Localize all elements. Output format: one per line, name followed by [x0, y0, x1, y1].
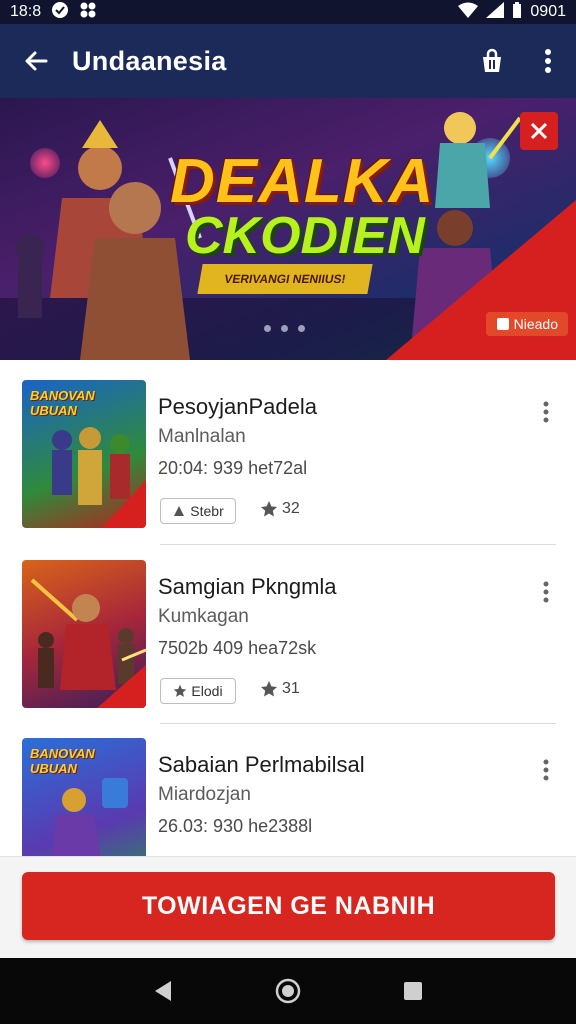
status-bar: 18:8 0901: [0, 0, 576, 24]
shopping-bag-icon: [483, 48, 501, 72]
game-meta: 7502b 409 hea72sk: [158, 638, 317, 658]
list-item[interactable]: BANOVAN UBUAN PesoyjanPadela Manlnalan 2…: [0, 360, 576, 538]
close-icon: [530, 122, 548, 140]
game-rating: 32: [260, 500, 300, 518]
item-more-button[interactable]: [530, 396, 562, 428]
banner-red-corner: [386, 200, 576, 360]
wifi-icon: [458, 2, 479, 23]
more-vertical-icon: [543, 581, 549, 603]
more-vertical-icon: [543, 759, 549, 781]
game-meta: 20:04: 939 het72al: [158, 458, 308, 478]
item-more-button[interactable]: [530, 754, 562, 786]
notification-icon: [51, 1, 69, 24]
game-rating-value: 31: [282, 680, 300, 697]
arrow-left-icon: [25, 51, 48, 71]
back-triangle-icon: [154, 981, 171, 1001]
game-thumbnail: BANOVAN UBUAN: [22, 380, 146, 528]
overflow-menu-button[interactable]: [520, 24, 576, 98]
game-title: Sabaian Perlmabilsal: [158, 752, 365, 777]
signal-icon: [486, 1, 505, 23]
home-circle-icon: [275, 978, 301, 1004]
page-title: Undaanesia: [72, 45, 227, 76]
banner-tag[interactable]: Nieado: [485, 312, 568, 336]
system-nav-bar: [0, 958, 576, 1024]
more-vertical-icon: [545, 49, 551, 73]
game-rating: 31: [260, 680, 300, 698]
app-bar: Undaanesia: [0, 24, 576, 98]
carousel-indicator: [264, 325, 305, 332]
game-thumbnail: [22, 560, 146, 708]
game-title: PesoyjanPadela: [158, 394, 318, 419]
status-time: 18:8: [10, 3, 42, 20]
game-chip-label: Stebr: [190, 503, 224, 519]
bottom-action-bar: TOWIAGEN GE NABNIH: [0, 856, 576, 958]
ticket-icon: [174, 506, 185, 516]
banner-subline: VERIVANGI NENIIUS!: [197, 264, 373, 294]
back-button[interactable]: [0, 24, 72, 98]
banner-close-button[interactable]: [520, 112, 558, 150]
star-icon: [261, 501, 277, 517]
star-icon: [174, 684, 187, 697]
game-list: BANOVAN UBUAN PesoyjanPadela Manlnalan 2…: [0, 360, 576, 856]
game-title: Samgian Pkngmla: [158, 574, 337, 599]
game-thumbnail: BANOVAN UBUAN: [22, 738, 146, 856]
primary-cta-button[interactable]: TOWIAGEN GE NABNIH: [22, 872, 555, 940]
carousel-dot[interactable]: [281, 325, 288, 332]
item-more-button[interactable]: [530, 576, 562, 608]
banner-tag-label: Nieado: [513, 316, 558, 332]
app-notification-icon: [79, 1, 97, 24]
promo-banner[interactable]: DEALKA CKODIEN VERIVANGI NENIIUS! Nieado: [0, 98, 576, 360]
battery-icon: [512, 1, 522, 23]
recents-square-icon: [404, 982, 423, 1000]
carousel-dot[interactable]: [298, 325, 305, 332]
list-item[interactable]: Samgian Pkngmla Kumkagan 7502b 409 hea72…: [0, 540, 576, 718]
game-developer: Manlnalan: [158, 426, 246, 447]
nav-recents-button[interactable]: [385, 963, 441, 1019]
game-chip-label: Elodi: [191, 683, 223, 699]
game-developer: Kumkagan: [158, 606, 249, 627]
list-item[interactable]: BANOVAN UBUAN Sabaian Perlmabilsal Miard…: [0, 718, 576, 856]
status-clock-right: 0901: [530, 3, 566, 20]
star-icon: [261, 681, 277, 697]
shopping-bag-button[interactable]: [464, 24, 520, 98]
nav-home-button[interactable]: [260, 963, 316, 1019]
carousel-dot[interactable]: [264, 325, 271, 332]
game-rating-value: 32: [282, 500, 300, 517]
game-meta: 26.03: 930 he2388l: [158, 816, 313, 836]
game-chip[interactable]: Stebr: [160, 498, 236, 524]
more-vertical-icon: [543, 401, 549, 423]
game-chip[interactable]: Elodi: [160, 678, 236, 704]
game-developer: Miardozjan: [158, 784, 251, 805]
tag-icon: [496, 318, 509, 330]
nav-back-button[interactable]: [135, 963, 191, 1019]
